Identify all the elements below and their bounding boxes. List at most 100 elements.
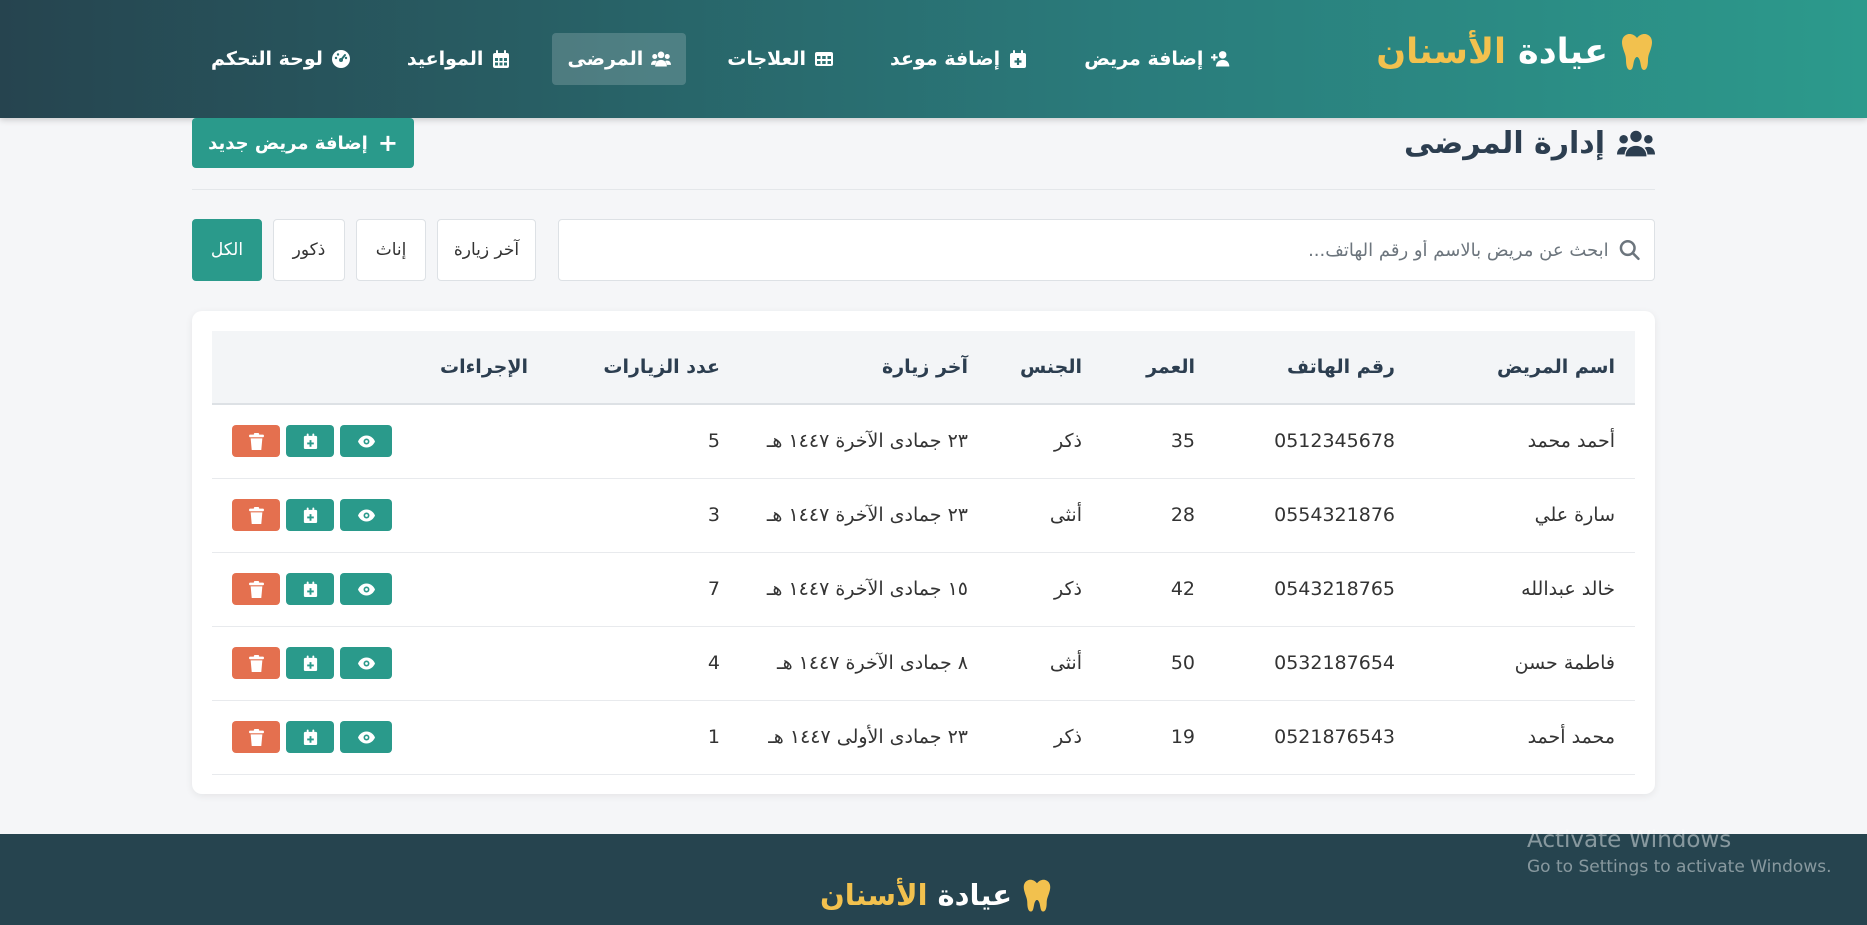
eye-icon: [357, 581, 375, 598]
table-row: سارة علي 0554321876 28 أنثى ٢٣ جمادى الآخرة …: [212, 478, 1635, 552]
view-patient-button[interactable]: [340, 721, 392, 753]
eye-icon: [357, 507, 375, 524]
header-actions: الإجراءات: [439, 356, 528, 378]
cell-last-visit: ٢٣ جمادى الأولى ١٤٤٧ هـ: [768, 726, 968, 748]
page-header: إدارة المرضى + إضافة مريض جديد: [192, 118, 1655, 190]
search-input[interactable]: [559, 239, 1609, 261]
main-nav: لوحة التحكم المواعيد المرضى العلاجات إضافة م…: [196, 33, 1246, 85]
cell-actions: [212, 700, 548, 774]
calendar-plus-icon: [1008, 49, 1028, 69]
user-plus-icon: [1211, 49, 1231, 69]
page-title: إدارة المرضى: [1404, 126, 1655, 161]
watermark-subtitle: Go to Settings to activate Windows.: [1527, 856, 1832, 877]
schedule-appointment-button[interactable]: [286, 647, 334, 679]
schedule-appointment-button[interactable]: [286, 425, 334, 458]
nav-item-users[interactable]: المرضى: [552, 33, 687, 85]
delete-patient-button[interactable]: [232, 425, 280, 458]
filter-females-button[interactable]: إناث: [356, 219, 426, 281]
schedule-appointment-button[interactable]: [286, 573, 334, 605]
cell-visits: 5: [707, 430, 720, 453]
filter-last-visit-button[interactable]: آخر زيارة: [437, 219, 536, 281]
cell-last-visit: ٢٣ جمادى الآخرة ١٤٤٧ هـ: [766, 504, 968, 526]
cell-visits: 7: [707, 578, 720, 600]
top-navbar: عيادة الأسنان لوحة التحكم المواعيد المرضى ا…: [0, 0, 1867, 118]
footer-brand-primary: عيادة: [937, 878, 1013, 912]
nav-item-label: إضافة موعد: [889, 48, 1001, 70]
delete-patient-button[interactable]: [232, 647, 280, 679]
header-age: العمر: [1146, 356, 1195, 378]
eye-icon: [357, 729, 375, 746]
header-last-visit: آخر زيارة: [881, 356, 968, 378]
cell-last-visit: ٨ جمادى الآخرة ١٤٤٧ هـ: [777, 652, 968, 674]
trash-icon: [248, 654, 265, 672]
cell-name: سارة علي: [1534, 504, 1615, 526]
view-patient-button[interactable]: [340, 425, 392, 458]
nav-item-label: المرضى: [567, 48, 644, 70]
trash-icon: [248, 432, 265, 450]
patients-table: اسم المريض رقم الهاتف العمر الجنس آخر زيارة ع…: [212, 331, 1635, 775]
cell-visits: 3: [707, 504, 720, 526]
row-actions: [232, 499, 528, 531]
header-visits-count: عدد الزيارات: [603, 356, 720, 378]
filter-males-button[interactable]: ذكور: [273, 219, 345, 281]
delete-patient-button[interactable]: [232, 721, 280, 753]
nav-item-grid-table[interactable]: العلاجات: [712, 33, 849, 85]
brand-logo[interactable]: عيادة الأسنان: [1376, 32, 1654, 72]
nav-item-calendar-plus[interactable]: إضافة موعد: [875, 33, 1043, 85]
cell-gender: ذكر: [1054, 726, 1082, 748]
cell-phone: 0521876543: [1274, 726, 1395, 748]
filter-buttons: الكل ذكور إناث آخر زيارة: [192, 219, 536, 281]
cell-name: أحمد محمد: [1527, 430, 1615, 453]
delete-patient-button[interactable]: [232, 499, 280, 531]
add-new-patient-label: إضافة مريض جديد: [208, 132, 368, 154]
table-row: فاطمة حسن 0532187654 50 أنثى ٨ جمادى الآخرة …: [212, 626, 1635, 700]
footer-brand: عيادة الأسنان: [820, 878, 1052, 912]
nav-item-calendar[interactable]: المواعيد: [392, 33, 527, 85]
table-body: أحمد محمد 0512345678 35 ذكر ٢٣ جمادى الآخرة …: [212, 404, 1635, 774]
cell-phone: 0532187654: [1274, 652, 1395, 674]
calendar-plus-icon: [302, 580, 319, 598]
view-patient-button[interactable]: [340, 573, 392, 605]
nav-item-label: المواعيد: [406, 48, 484, 70]
plus-icon: +: [377, 129, 398, 157]
calendar-plus-icon: [302, 654, 319, 672]
view-patient-button[interactable]: [340, 499, 392, 531]
add-new-patient-button[interactable]: + إضافة مريض جديد: [192, 118, 414, 168]
patients-table-card: اسم المريض رقم الهاتف العمر الجنس آخر زيارة ع…: [192, 311, 1655, 794]
cell-name: فاطمة حسن: [1514, 652, 1615, 674]
cell-last-visit: ١٥ جمادى الآخرة ١٤٤٧ هـ: [766, 578, 968, 600]
calendar-icon: [491, 49, 511, 69]
tooth-icon: [1620, 32, 1654, 72]
cell-age: 42: [1170, 578, 1195, 600]
schedule-appointment-button[interactable]: [286, 499, 334, 531]
grid-table-icon: [814, 49, 834, 69]
view-patient-button[interactable]: [340, 647, 392, 679]
cell-last-visit: ٢٣ جمادى الآخرة ١٤٤٧ هـ: [766, 430, 968, 453]
trash-icon: [248, 506, 265, 524]
table-header-row: اسم المريض رقم الهاتف العمر الجنس آخر زيارة ع…: [212, 331, 1635, 404]
row-actions: [232, 647, 528, 679]
nav-item-user-plus[interactable]: إضافة مريض: [1069, 33, 1246, 85]
header-gender: الجنس: [1020, 356, 1082, 378]
eye-icon: [357, 433, 375, 450]
filter-all-button[interactable]: الكل: [192, 219, 262, 281]
cell-age: 19: [1170, 726, 1195, 748]
nav-item-label: إضافة مريض: [1084, 48, 1204, 70]
trash-icon: [248, 728, 265, 746]
cell-gender: أنثى: [1049, 652, 1082, 674]
search-box: [558, 219, 1655, 281]
gauge-icon: [331, 49, 351, 69]
trash-icon: [248, 580, 265, 598]
delete-patient-button[interactable]: [232, 573, 280, 605]
header-phone: رقم الهاتف: [1287, 356, 1395, 378]
cell-name: محمد أحمد: [1527, 726, 1615, 748]
users-icon: [651, 49, 672, 69]
schedule-appointment-button[interactable]: [286, 721, 334, 753]
cell-gender: أنثى: [1049, 504, 1082, 526]
cell-gender: ذكر: [1054, 578, 1082, 600]
tooth-icon: [1022, 878, 1052, 912]
cell-actions: [212, 626, 548, 700]
nav-item-gauge[interactable]: لوحة التحكم: [196, 33, 366, 85]
cell-actions: [212, 478, 548, 552]
cell-name: خالد عبدالله: [1521, 578, 1615, 600]
